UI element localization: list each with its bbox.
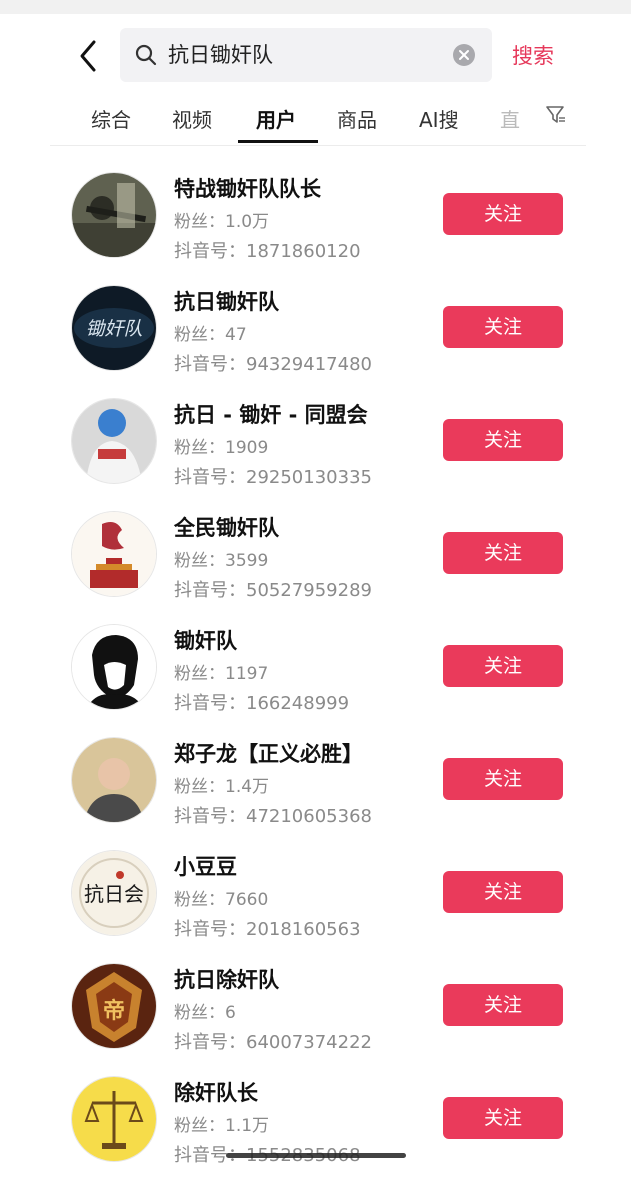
douyin-id: 抖音号：64007374222 [174,1032,372,1053]
user-name[interactable]: 小豆豆 [174,851,237,881]
follow-button[interactable]: 关注 [443,871,563,913]
follow-button[interactable]: 关注 [443,306,563,348]
avatar[interactable] [72,625,156,709]
home-indicator[interactable] [226,1153,406,1158]
search-icon [134,43,158,67]
user-name[interactable]: 特战锄奸队队长 [174,173,321,203]
follow-button[interactable]: 关注 [443,419,563,461]
avatar[interactable]: 锄奸队 [72,286,156,370]
fan-count: 粉丝：47 [174,325,247,345]
clear-icon[interactable] [453,44,475,66]
user-name[interactable]: 郑子龙【正义必胜】 [174,738,363,768]
user-name[interactable]: 全民锄奸队 [174,512,279,542]
user-result-item[interactable]: 锄奸队 抗日锄奸队 粉丝：47 抖音号：94329417480 关注 [0,286,631,399]
douyin-id: 抖音号：47210605368 [174,806,372,827]
fan-count: 粉丝：1.1万 [174,1116,270,1136]
fan-count: 粉丝：1.0万 [174,212,270,232]
user-name[interactable]: 锄奸队 [174,625,237,655]
user-result-item[interactable]: 除奸队长 粉丝：1.1万 抖音号：1552835068 关注 [0,1077,631,1190]
avatar[interactable]: 帝 [72,964,156,1048]
follow-button[interactable]: 关注 [443,1097,563,1139]
avatar[interactable] [72,512,156,596]
user-result-item[interactable]: 特战锄奸队队长 粉丝：1.0万 抖音号：1871860120 关注 [0,173,631,286]
tabs-divider [50,145,586,146]
chevron-left-icon [80,40,96,72]
avatar-logo-text: 帝 [103,998,125,1024]
tab-products[interactable]: 商品 [337,104,377,133]
user-result-item[interactable]: 郑子龙【正义必胜】 粉丝：1.4万 抖音号：47210605368 关注 [0,738,631,851]
avatar[interactable]: 抗日会 [72,851,156,935]
follow-button[interactable]: 关注 [443,193,563,235]
douyin-id: 抖音号：50527959289 [174,580,372,601]
avatar[interactable] [72,738,156,822]
tab-live[interactable]: 直 [500,104,520,133]
fan-count: 粉丝：3599 [174,551,269,571]
follow-button[interactable]: 关注 [443,984,563,1026]
douyin-id: 抖音号：2018160563 [174,919,361,940]
tab-comprehensive[interactable]: 综合 [91,104,131,133]
fan-count: 粉丝：1.4万 [174,777,270,797]
tab-users[interactable]: 用户 [256,104,296,133]
fan-count: 粉丝：1197 [174,664,269,684]
avatar[interactable] [72,399,156,483]
search-box[interactable] [120,28,492,82]
user-result-item[interactable]: 抗日 - 锄奸 - 同盟会 粉丝：1909 抖音号：29250130335 关注 [0,399,631,512]
search-input[interactable] [168,28,438,82]
search-button[interactable]: 搜索 [512,40,554,70]
user-name[interactable]: 抗日 - 锄奸 - 同盟会 [174,399,368,429]
user-name[interactable]: 抗日锄奸队 [174,286,279,316]
douyin-id: 抖音号：94329417480 [174,354,372,375]
tab-videos[interactable]: 视频 [172,104,212,133]
user-result-item[interactable]: 抗日会 小豆豆 粉丝：7660 抖音号：2018160563 关注 [0,851,631,964]
follow-button[interactable]: 关注 [443,532,563,574]
avatar[interactable] [72,173,156,257]
user-result-item[interactable]: 锄奸队 粉丝：1197 抖音号：166248999 关注 [0,625,631,738]
active-tab-indicator [238,140,318,143]
follow-button[interactable]: 关注 [443,645,563,687]
douyin-id: 抖音号：166248999 [174,693,350,714]
user-result-item[interactable]: 全民锄奸队 粉丝：3599 抖音号：50527959289 关注 [0,512,631,625]
search-results-page: 搜索 综合 视频 用户 商品 AI搜 直 特战锄奸队队长 [0,0,631,1200]
avatar-logo-text: 抗日会 [84,882,144,906]
filter-icon[interactable] [545,104,567,126]
user-result-item[interactable]: 帝 抗日除奸队 粉丝：6 抖音号：64007374222 关注 [0,964,631,1077]
fan-count: 粉丝：7660 [174,890,269,910]
fan-count: 粉丝：1909 [174,438,269,458]
back-button[interactable] [72,36,108,76]
fan-count: 粉丝：6 [174,1003,236,1023]
user-name[interactable]: 除奸队长 [174,1077,258,1107]
tab-ai-search[interactable]: AI搜 [419,104,459,133]
avatar-logo-text: 锄奸队 [85,318,142,340]
douyin-id: 抖音号：1871860120 [174,241,361,262]
user-name[interactable]: 抗日除奸队 [174,964,279,994]
follow-button[interactable]: 关注 [443,758,563,800]
avatar[interactable] [72,1077,156,1161]
status-bar-strip [0,0,631,14]
douyin-id: 抖音号：29250130335 [174,467,372,488]
